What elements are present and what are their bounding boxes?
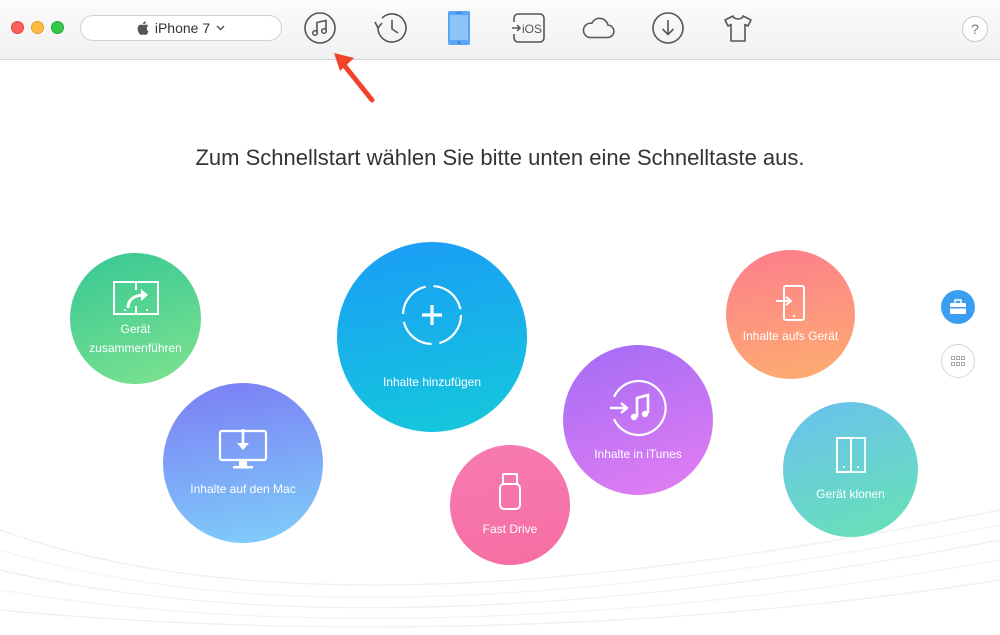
annotation-arrow-icon [334,53,375,103]
music-note-icon [304,12,336,44]
merge-devices-label-line2: zusammenführen [89,340,182,355]
grid-icon [951,356,965,366]
clone-device-label: Gerät klonen [816,487,885,501]
window-minimize-button[interactable] [31,21,44,34]
themes-toolbar-button[interactable] [720,10,756,46]
history-toolbar-button[interactable] [372,10,408,46]
content-to-device-shortcut[interactable]: Inhalte aufs Gerät [726,250,855,379]
toolbox-side-button[interactable] [941,290,975,324]
content-to-itunes-shortcut[interactable]: Inhalte in iTunes [563,345,713,495]
window-close-button[interactable] [11,21,24,34]
content-to-device-label: Inhalte aufs Gerät [742,329,839,343]
to-ios-toolbar-button[interactable]: iOS [511,10,547,46]
download-toolbar-button[interactable] [650,10,686,46]
apple-logo-icon [137,21,149,35]
clone-device-shortcut[interactable]: Gerät klonen [783,402,918,537]
add-content-shortcut[interactable]: Inhalte hinzufügen [337,242,527,432]
quick-start-headline: Zum Schnellstart wählen Sie bitte unten … [195,145,805,170]
to-ios-label: iOS [522,22,542,36]
merge-devices-label-line1: Gerät [120,321,151,336]
content-to-mac-shortcut[interactable]: Inhalte auf den Mac [163,383,323,543]
add-plus-icon [401,284,463,345]
fast-drive-shortcut[interactable]: Fast Drive [450,445,570,565]
device-name: iPhone 7 [154,20,211,36]
content-to-mac-label: Inhalte auf den Mac [190,481,296,496]
chevron-down-icon [216,25,225,31]
title-bar: iPhone 7 iOS ? [0,0,1000,60]
icloud-toolbar-button[interactable] [580,10,616,46]
fast-drive-label: Fast Drive [482,521,538,536]
usb-drive-icon [499,472,521,510]
itunes-import-icon [610,379,667,436]
window-zoom-button[interactable] [51,21,64,34]
merge-devices-shortcut[interactable]: Gerät zusammenführen [70,253,201,384]
history-clock-icon [374,13,407,43]
toolbox-icon [950,299,966,314]
to-ios-icon: iOS [512,13,545,43]
iphone-device-icon [448,11,470,45]
add-content-label: Inhalte hinzufügen [382,374,482,389]
app-grid-side-button[interactable] [941,344,975,378]
device-selector[interactable]: iPhone 7 [80,15,282,41]
device-toolbar-button[interactable] [441,10,477,46]
merge-device-icon [112,280,159,315]
help-button[interactable]: ? [962,16,988,42]
download-icon [652,12,684,44]
mac-monitor-download-icon [218,428,268,468]
clone-device-icon [835,437,866,473]
icloud-icon [582,17,615,39]
tshirt-icon [724,15,752,42]
music-toolbar-button[interactable] [302,10,338,46]
content-to-itunes-label: Inhalte in iTunes [594,446,682,461]
phone-import-icon [775,285,805,321]
